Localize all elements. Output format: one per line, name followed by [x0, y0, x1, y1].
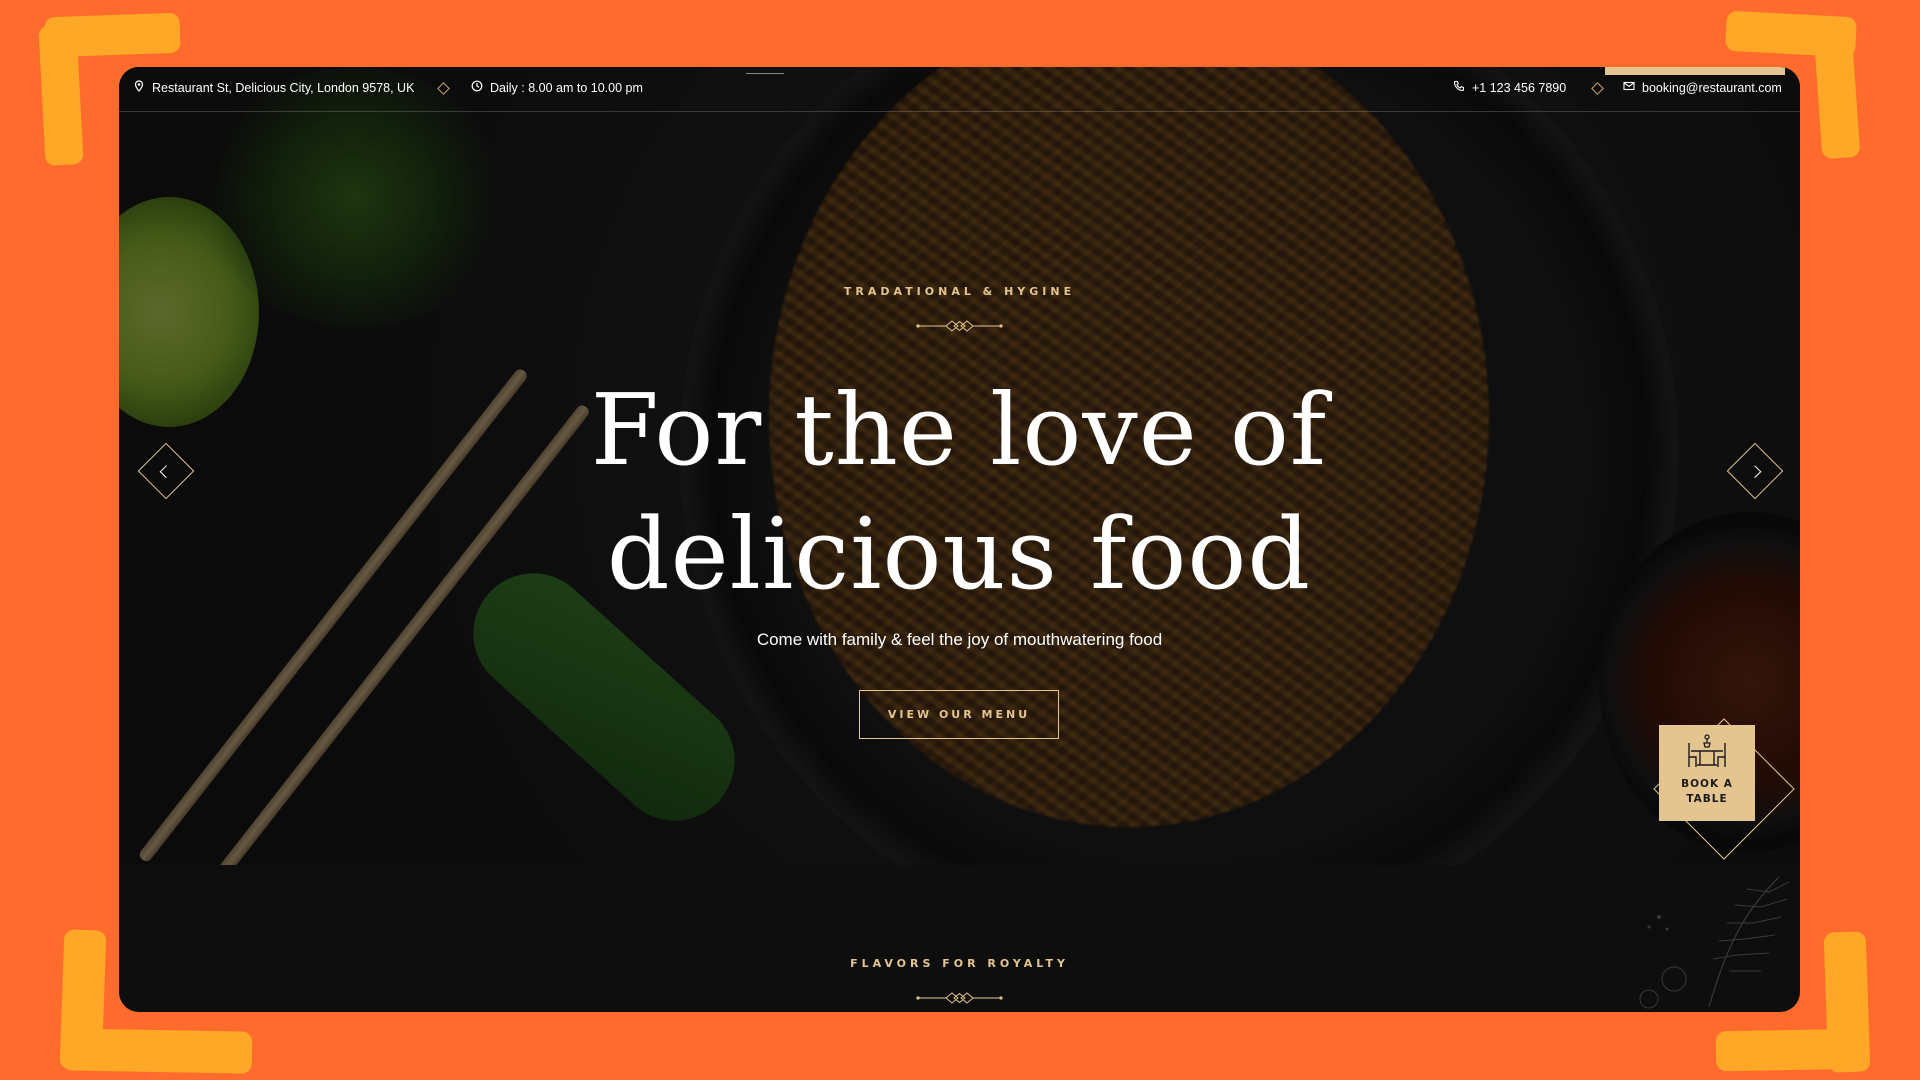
dining-table-icon [1688, 734, 1726, 767]
menu-toggle-lines[interactable] [746, 67, 784, 74]
decorative-bracket [1715, 1028, 1867, 1072]
hero-subheadline: Come with family & feel the joy of mouth… [756, 630, 1163, 649]
top-info-bar: Restaurant St, Delicious City, London 95… [119, 67, 1800, 112]
separator-diamond [1591, 82, 1604, 95]
book-table-button[interactable]: BOOK A TABLE [1659, 725, 1755, 821]
phone-text[interactable]: +1 123 456 7890 [1472, 81, 1566, 95]
mail-icon [1623, 80, 1635, 95]
address-text: Restaurant St, Delicious City, London 95… [152, 80, 415, 95]
decorative-bracket [61, 1028, 253, 1074]
map-pin-icon [133, 80, 145, 95]
hours-text: Daily : 8.00 am to 10.00 pm [490, 80, 643, 95]
separator-diamond [437, 82, 450, 95]
chevron-right-icon [1748, 465, 1762, 479]
email-text[interactable]: booking@restaurant.com [1642, 81, 1782, 95]
topbar-accent [1605, 67, 1785, 75]
hero-headline-line2: delicious food [606, 498, 1312, 612]
ornament-divider [916, 320, 1003, 332]
hero-section: Restaurant St, Delicious City, London 95… [119, 67, 1800, 865]
phone-icon [1453, 80, 1465, 95]
section-eyebrow: FLAVORS FOR ROYALTY [850, 957, 1069, 970]
website-frame: Restaurant St, Delicious City, London 95… [119, 67, 1800, 1012]
clock-icon [471, 80, 483, 95]
phone-info[interactable]: +1 123 456 7890 [1453, 80, 1566, 95]
hero-eyebrow: TRADATIONAL & HYGINE [843, 285, 1076, 298]
hero-headline-line1: For the love of [590, 374, 1328, 488]
book-table-label[interactable]: BOOK A TABLE [1659, 777, 1755, 807]
leaf-decoration [1639, 876, 1790, 1009]
hours-info: Daily : 8.00 am to 10.00 pm [471, 80, 643, 95]
hero-headline: For the love of delicious food [409, 369, 1509, 617]
view-menu-button[interactable]: VIEW OUR MENU [859, 690, 1059, 739]
chevron-left-icon [159, 465, 173, 479]
ornament-divider [916, 992, 1003, 1004]
address-info: Restaurant St, Delicious City, London 95… [133, 80, 414, 95]
email-info[interactable]: booking@restaurant.com [1623, 80, 1782, 95]
decorative-bracket [38, 24, 84, 166]
